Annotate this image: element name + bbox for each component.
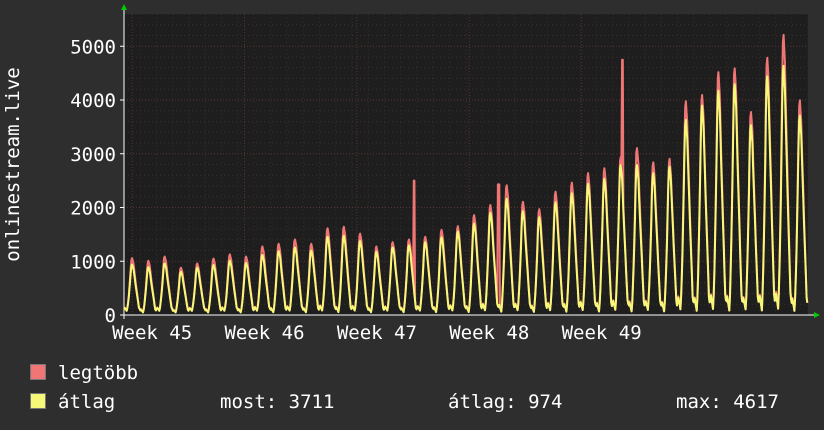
x-tick-label: Week 46 <box>224 322 304 344</box>
stat-max: max: 4617 <box>676 391 779 413</box>
legend-item-atlag: átlag <box>30 391 115 413</box>
x-tick-label: Week 49 <box>562 322 642 344</box>
stat-atlag: átlag: 974 <box>448 391 563 413</box>
y-tick-label: 4000 <box>70 90 116 112</box>
x-tick-label: Week 48 <box>449 322 529 344</box>
x-axis-arrow <box>814 312 820 318</box>
y-tick-label: 5000 <box>70 36 116 58</box>
y-tick-label: 3000 <box>70 144 116 166</box>
y-axis-label: onlinestream.live <box>2 67 24 261</box>
y-tick-label: 2000 <box>70 198 116 220</box>
legend-label-legtobb: legtöbb <box>58 362 139 384</box>
legend-item-legtobb: legtöbb <box>30 362 138 384</box>
y-tick-label: 1000 <box>70 251 116 273</box>
stat-most: most: 3711 <box>220 391 335 413</box>
x-tick-label: Week 47 <box>337 322 417 344</box>
legend-label-atlag: átlag <box>58 391 116 413</box>
y-axis-arrow <box>121 4 127 10</box>
x-tick-label: Week 45 <box>112 322 192 344</box>
legtobb-swatch <box>30 364 46 380</box>
atlag-swatch <box>30 393 46 409</box>
